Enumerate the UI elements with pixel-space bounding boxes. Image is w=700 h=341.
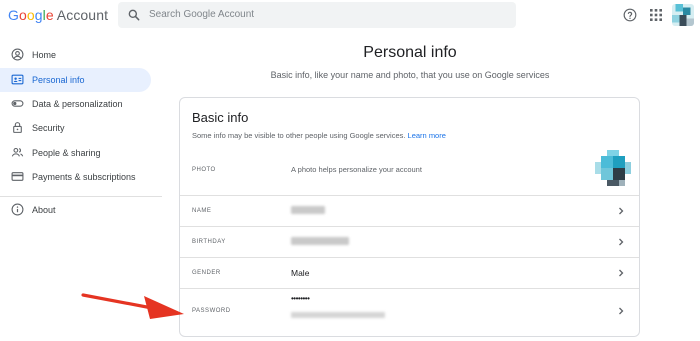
page-subtitle: Basic info, like your name and photo, th… [270, 70, 550, 80]
sidebar-item-payments-subscriptions[interactable]: Payments & subscriptions [0, 165, 151, 189]
photo-label: PHOTO [192, 167, 216, 173]
birthday-row[interactable]: BIRTHDAY [180, 227, 639, 257]
logo-o-red: o [19, 7, 27, 23]
profile-photo[interactable] [595, 150, 631, 186]
account-avatar[interactable] [672, 4, 694, 26]
gender-value: Male [291, 268, 310, 278]
google-account-logo[interactable]: Google Account [8, 7, 108, 23]
sidebar-divider [0, 196, 162, 197]
sidebar-item-about[interactable]: About [0, 198, 151, 222]
password-last-changed-redacted [291, 312, 385, 318]
search-bar[interactable]: Search Google Account [118, 2, 516, 28]
card-description-text: Some info may be visible to other people… [192, 131, 406, 140]
password-label: PASSWORD [192, 308, 231, 314]
logo-o-yellow: o [26, 7, 35, 23]
logo-g-blue: G [8, 7, 19, 23]
chevron-right-icon [619, 238, 624, 246]
password-value: •••••••• [291, 294, 310, 303]
sidebar-item-label: Data & personalization [32, 99, 123, 109]
name-row[interactable]: NAME [180, 196, 639, 226]
card-description: Some info may be visible to other people… [192, 131, 446, 140]
card-title: Basic info [192, 110, 249, 125]
logo-e-red: e [45, 7, 54, 23]
logo-g2-blue: g [34, 7, 43, 23]
help-icon[interactable] [623, 8, 637, 22]
page-title: Personal info [363, 44, 457, 61]
name-value-redacted [291, 206, 325, 214]
search-input[interactable]: Search Google Account [149, 9, 254, 20]
search-icon [128, 9, 140, 21]
name-label: NAME [192, 208, 212, 214]
sidebar-item-people-sharing[interactable]: People & sharing [0, 141, 151, 165]
sidebar-item-label: Payments & subscriptions [32, 172, 136, 182]
credit-card-icon [11, 172, 24, 181]
birthday-label: BIRTHDAY [192, 239, 226, 245]
sidebar-item-data-personalization[interactable]: Data & personalization [0, 92, 151, 116]
top-bar: Google Account Search Google Account [0, 0, 700, 30]
sidebar-item-security[interactable]: Security [0, 116, 151, 140]
birthday-value-redacted [291, 237, 349, 245]
red-arrow-annotation [81, 293, 184, 319]
info-icon [11, 203, 24, 216]
learn-more-link[interactable]: Learn more [408, 131, 446, 140]
password-row[interactable]: PASSWORD •••••••• [180, 289, 639, 335]
logo-google-text: Google [8, 7, 54, 23]
photo-row[interactable]: PHOTO A photo helps personalize your acc… [180, 146, 639, 194]
sidebar-item-label: People & sharing [32, 148, 101, 158]
logo-account-text: Account [56, 7, 109, 23]
people-icon [11, 147, 24, 157]
gender-row[interactable]: GENDER Male [180, 258, 639, 288]
lock-icon [13, 122, 22, 133]
apps-grid-icon[interactable] [650, 9, 662, 21]
gender-label: GENDER [192, 270, 221, 276]
basic-info-card: Basic info Some info may be visible to o… [179, 97, 640, 337]
toggle-icon [11, 100, 24, 107]
chevron-right-icon [619, 207, 624, 215]
photo-hint: A photo helps personalize your account [291, 165, 422, 174]
chevron-right-icon [619, 307, 624, 315]
chevron-right-icon [619, 269, 624, 277]
sidebar-item-label: About [32, 205, 56, 215]
sidebar-item-label: Security [32, 123, 65, 133]
